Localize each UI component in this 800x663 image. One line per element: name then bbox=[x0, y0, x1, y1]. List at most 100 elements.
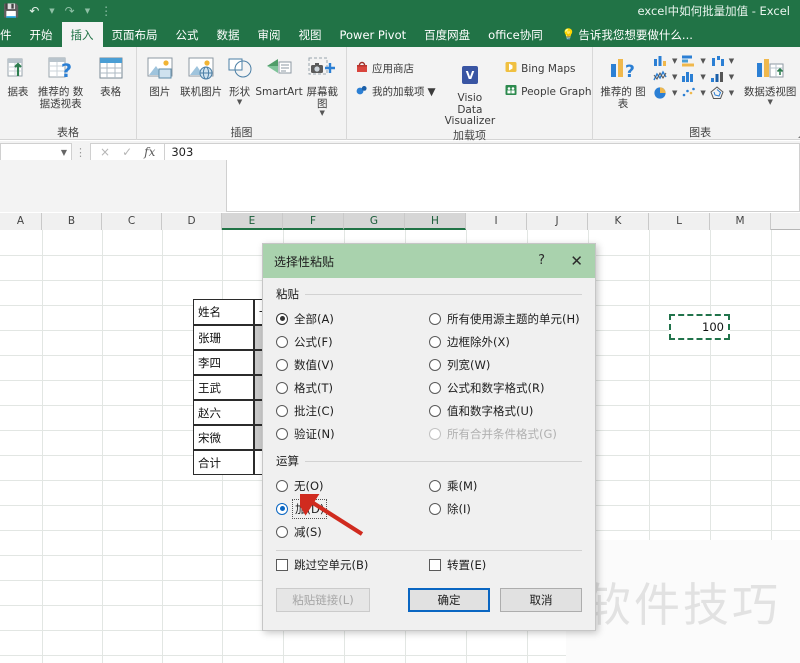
checkbox-skip-blanks[interactable]: 跳过空单元(B) bbox=[276, 557, 429, 573]
column-header-E[interactable]: E bbox=[222, 213, 283, 230]
recommended-pivot-button[interactable]: ? 推荐的 数据透视表 bbox=[33, 50, 88, 110]
pivot-table-button[interactable]: 据表 bbox=[5, 50, 31, 99]
help-icon[interactable]: ? bbox=[538, 244, 545, 278]
table-row[interactable]: 宋微 bbox=[193, 425, 254, 450]
name-box-dropdown-icon[interactable]: ▼ bbox=[61, 148, 67, 157]
table-header-name[interactable]: 姓名 bbox=[193, 299, 254, 325]
paste-option-all-using-source-theme[interactable]: 所有使用源主题的单元(H) bbox=[429, 307, 582, 330]
pie-chart-dropdown-icon[interactable]: ▼ bbox=[672, 89, 677, 97]
radio-icon[interactable] bbox=[276, 479, 288, 492]
name-box[interactable]: ▼ bbox=[0, 142, 72, 162]
table-row[interactable]: 李四 bbox=[193, 350, 254, 375]
radio-icon[interactable] bbox=[429, 479, 441, 492]
paste-option-formulas-number-formats[interactable]: 公式和数字格式(R) bbox=[429, 376, 582, 399]
line-chart-icon[interactable] bbox=[652, 69, 669, 84]
radio-icon[interactable] bbox=[429, 404, 441, 417]
tab-insert[interactable]: 插入 bbox=[61, 22, 103, 47]
cancel-button[interactable]: 取消 bbox=[500, 588, 582, 612]
radio-icon[interactable] bbox=[429, 312, 441, 325]
radio-icon[interactable] bbox=[429, 335, 441, 348]
radio-icon[interactable] bbox=[429, 381, 441, 394]
paste-option-formats[interactable]: 格式(T) bbox=[276, 376, 429, 399]
column-header-G[interactable]: G bbox=[344, 213, 405, 230]
column-header-I[interactable]: I bbox=[466, 213, 527, 230]
tab-file[interactable]: 件 bbox=[0, 22, 21, 47]
formula-input[interactable]: 303 bbox=[164, 142, 800, 162]
waterfall-chart-icon[interactable] bbox=[709, 69, 726, 84]
screenshot-button[interactable]: 屏幕截图 ▼ bbox=[303, 50, 341, 117]
operation-option-subtract[interactable]: 减(S) bbox=[276, 520, 429, 543]
my-addins-button[interactable]: 我的加载项 ▼ bbox=[352, 81, 439, 102]
recommended-charts-button[interactable]: ? 推荐的 图表 bbox=[598, 50, 648, 110]
redo-icon[interactable]: ↷ bbox=[62, 5, 78, 17]
checkbox-icon[interactable] bbox=[276, 559, 288, 571]
ok-button[interactable]: 确定 bbox=[408, 588, 490, 612]
table-row[interactable]: 赵六 bbox=[193, 400, 254, 425]
cancel-edit-icon[interactable]: × bbox=[100, 145, 110, 159]
scatter-chart-dropdown-icon[interactable]: ▼ bbox=[700, 89, 705, 97]
tab-power-pivot[interactable]: Power Pivot bbox=[331, 22, 416, 47]
redo-dropdown-icon[interactable]: ▼ bbox=[82, 7, 93, 15]
tab-view[interactable]: 视图 bbox=[290, 22, 331, 47]
insert-function-icon[interactable]: fx bbox=[144, 145, 155, 159]
stock-chart-dropdown-icon[interactable]: ▼ bbox=[729, 57, 734, 65]
paste-option-values[interactable]: 数值(V) bbox=[276, 353, 429, 376]
shapes-button[interactable]: 形状 ▼ bbox=[225, 50, 255, 105]
tell-me-box[interactable]: 💡 告诉我您想要做什么... bbox=[552, 22, 693, 47]
bar-chart-dropdown-icon[interactable]: ▼ bbox=[700, 57, 705, 65]
screenshot-dropdown-icon[interactable]: ▼ bbox=[320, 110, 325, 117]
radio-icon[interactable] bbox=[276, 358, 288, 371]
column-header-J[interactable]: J bbox=[527, 213, 588, 230]
column-header-C[interactable]: C bbox=[102, 213, 162, 230]
column-header-A[interactable]: A bbox=[0, 213, 42, 230]
online-picture-button[interactable]: 联机图片 bbox=[178, 50, 225, 99]
copied-cell[interactable]: 100 bbox=[669, 314, 730, 340]
people-graph-button[interactable]: People Graph bbox=[501, 81, 594, 102]
app-store-button[interactable]: 应用商店 bbox=[352, 58, 439, 79]
operation-option-none[interactable]: 无(O) bbox=[276, 474, 429, 497]
radio-icon[interactable] bbox=[276, 335, 288, 348]
table-row[interactable]: 张珊 bbox=[193, 325, 254, 350]
radio-icon[interactable] bbox=[276, 381, 288, 394]
histogram-chart-icon[interactable] bbox=[680, 69, 697, 84]
tab-formulas[interactable]: 公式 bbox=[167, 22, 208, 47]
line-chart-dropdown-icon[interactable]: ▼ bbox=[672, 73, 677, 81]
operation-option-divide[interactable]: 除(I) bbox=[429, 497, 582, 520]
radio-icon[interactable] bbox=[276, 312, 288, 325]
radio-icon[interactable] bbox=[429, 502, 441, 515]
table-row-total[interactable]: 合计 bbox=[193, 450, 254, 475]
column-header-L[interactable]: L bbox=[649, 213, 710, 230]
radio-icon[interactable] bbox=[276, 502, 288, 515]
table-row[interactable]: 王武 bbox=[193, 375, 254, 400]
column-header-H[interactable]: H bbox=[405, 213, 466, 230]
radio-icon[interactable] bbox=[429, 358, 441, 371]
column-header-M[interactable]: M bbox=[710, 213, 771, 230]
paste-option-formulas[interactable]: 公式(F) bbox=[276, 330, 429, 353]
close-icon[interactable]: ✕ bbox=[570, 244, 583, 278]
quick-access-toolbar[interactable]: 💾 ↶ ▼ ↷ ▼ ⋮ bbox=[0, 0, 115, 22]
pivot-chart-dropdown-icon[interactable]: ▼ bbox=[767, 98, 772, 105]
column-header-K[interactable]: K bbox=[588, 213, 649, 230]
picture-button[interactable]: 图片 bbox=[142, 50, 178, 99]
paste-option-validation[interactable]: 验证(N) bbox=[276, 422, 429, 445]
paste-option-all[interactable]: 全部(A) bbox=[276, 307, 429, 330]
formula-bar-expanded-area[interactable] bbox=[226, 160, 800, 212]
my-addins-dropdown-icon[interactable]: ▼ bbox=[428, 86, 436, 98]
tab-home[interactable]: 开始 bbox=[21, 22, 62, 47]
bar-chart-icon[interactable] bbox=[680, 53, 697, 68]
column-header-F[interactable]: F bbox=[283, 213, 344, 230]
radar-chart-icon[interactable] bbox=[709, 85, 726, 100]
paste-option-column-widths[interactable]: 列宽(W) bbox=[429, 353, 582, 376]
radio-icon[interactable] bbox=[276, 525, 288, 538]
pie-chart-icon[interactable] bbox=[652, 85, 669, 100]
tab-office-collab[interactable]: office协同 bbox=[479, 22, 552, 47]
checkbox-transpose[interactable]: 转置(E) bbox=[429, 557, 582, 573]
smartart-button[interactable]: SmartArt bbox=[255, 50, 304, 99]
operation-option-multiply[interactable]: 乘(M) bbox=[429, 474, 582, 497]
column-header-B[interactable]: B bbox=[42, 213, 102, 230]
column-header-D[interactable]: D bbox=[162, 213, 222, 230]
histogram-chart-dropdown-icon[interactable]: ▼ bbox=[700, 73, 705, 81]
paste-option-values-number-formats[interactable]: 值和数字格式(U) bbox=[429, 399, 582, 422]
tab-page-layout[interactable]: 页面布局 bbox=[103, 22, 167, 47]
radio-icon[interactable] bbox=[276, 427, 288, 440]
